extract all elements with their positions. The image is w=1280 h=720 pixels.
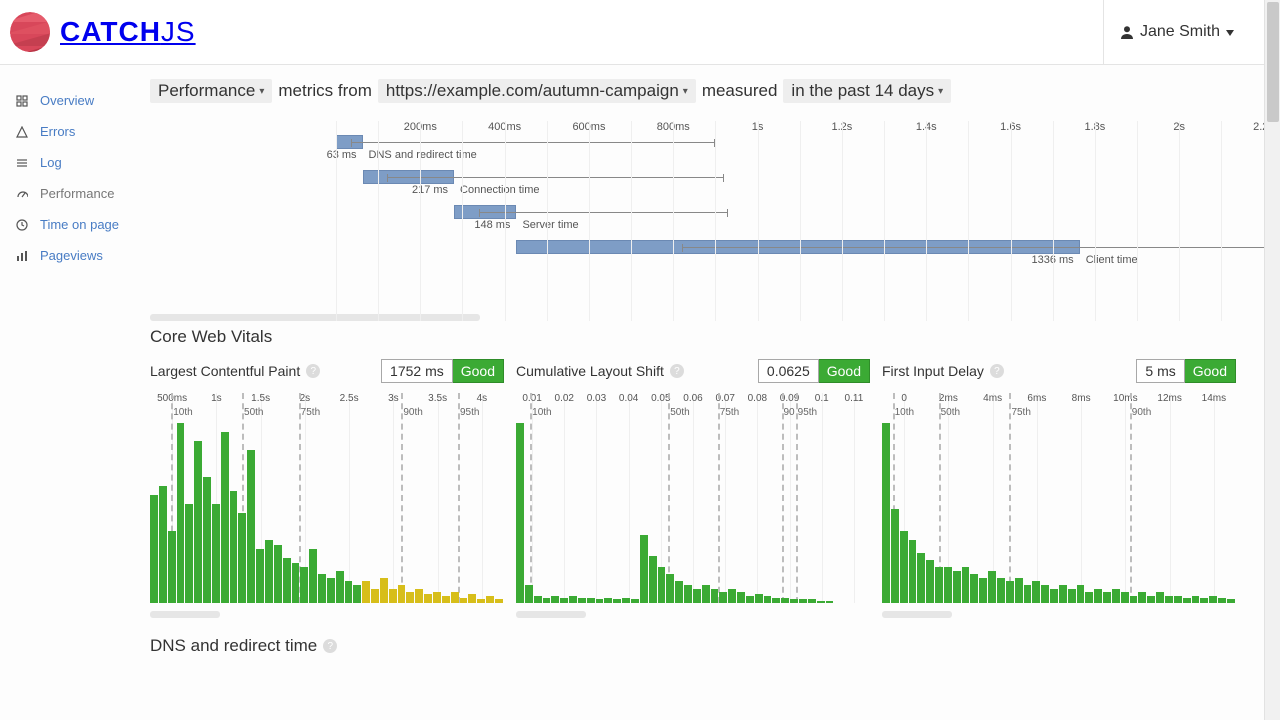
vital-card: Cumulative Layout Shift ? 0.0625Good 0.010… — [516, 357, 870, 618]
nav-label: Time on page — [40, 217, 119, 232]
timing-waterfall-chart: 200ms400ms600ms800ms1s1.2s1.4s1.6s1.8s2s… — [150, 121, 1236, 321]
waterfall-scrollbar[interactable] — [150, 314, 480, 321]
user-icon — [1120, 25, 1134, 39]
section-heading-core-web-vitals: Core Web Vitals — [150, 327, 1236, 347]
clock-icon — [16, 219, 28, 231]
main-content: Performance▾ metrics from https://exampl… — [150, 65, 1280, 720]
caret-down-icon — [1226, 23, 1234, 41]
help-icon[interactable]: ? — [323, 639, 337, 653]
vital-value: 1752 ms — [381, 359, 453, 383]
web-vitals-panel: Largest Contentful Paint ?1752 msGood500… — [150, 357, 1236, 618]
nav-label: Overview — [40, 93, 94, 108]
filter-metric-dropdown[interactable]: Performance▾ — [150, 79, 272, 103]
help-icon[interactable]: ? — [670, 364, 684, 378]
nav-label: Log — [40, 155, 62, 170]
histogram-scrollbar[interactable] — [516, 611, 586, 618]
vital-title: Largest Contentful Paint ? — [150, 363, 320, 379]
caret-down-icon: ▾ — [938, 86, 943, 97]
filter-range-dropdown[interactable]: in the past 14 days▾ — [783, 79, 951, 103]
vital-title: First Input Delay ? — [882, 363, 1004, 379]
nav-label: Pageviews — [40, 248, 103, 263]
vital-card: First Input Delay ? 5 msGood 02ms4ms6ms8ms… — [882, 357, 1236, 618]
vital-value: 5 ms — [1136, 359, 1184, 383]
nav-errors[interactable]: Errors — [0, 116, 150, 147]
histogram-scrollbar[interactable] — [150, 611, 220, 618]
vital-histogram: 500ms1s1.5s2s2.5s3s3.5s4s10th50th75th90t… — [150, 393, 504, 603]
vital-title: Cumulative Layout Shift ? — [516, 363, 684, 379]
vital-histogram: 02ms4ms6ms8ms10ms12ms14ms10th50th75th90t… — [882, 393, 1236, 603]
caret-down-icon: ▾ — [259, 86, 264, 97]
nav-pageviews[interactable]: Pageviews — [0, 240, 150, 271]
help-icon[interactable]: ? — [306, 364, 320, 378]
waterfall-row: 1336 msClient time — [150, 240, 1236, 266]
top-bar: CATCHJS Jane Smith — [0, 0, 1280, 65]
filter-text: measured — [702, 81, 778, 101]
nav-overview[interactable]: Overview — [0, 85, 150, 116]
user-menu[interactable]: Jane Smith — [1103, 0, 1250, 64]
nav-timeonpage[interactable]: Time on page — [0, 209, 150, 240]
waterfall-row: 63 msDNS and redirect time — [150, 135, 1236, 161]
filter-sentence: Performance▾ metrics from https://exampl… — [150, 79, 1236, 103]
gauge-icon — [16, 188, 28, 200]
waterfall-row: 217 msConnection time — [150, 170, 1236, 196]
section-heading-dns: DNS and redirect time ? — [150, 636, 1236, 656]
nav-performance[interactable]: Performance — [0, 178, 150, 209]
vital-histogram: 0.010.020.030.040.050.060.070.080.090.10… — [516, 393, 870, 603]
vital-status: Good — [819, 359, 870, 383]
nav-log[interactable]: Log — [0, 147, 150, 178]
help-icon[interactable]: ? — [990, 364, 1004, 378]
sidebar-nav: Overview Errors Log Performance Time on … — [0, 65, 150, 720]
warning-icon — [16, 126, 28, 138]
bars-icon — [16, 250, 28, 262]
vital-status: Good — [1185, 359, 1236, 383]
brand-text: CATCHJS — [60, 16, 196, 48]
histogram-scrollbar[interactable] — [882, 611, 952, 618]
filter-url-dropdown[interactable]: https://example.com/autumn-campaign▾ — [378, 79, 696, 103]
nav-label: Performance — [40, 186, 114, 201]
caret-down-icon: ▾ — [683, 86, 688, 97]
nav-label: Errors — [40, 124, 75, 139]
user-name: Jane Smith — [1140, 23, 1220, 41]
brand-logo[interactable]: CATCHJS — [10, 12, 196, 52]
list-icon — [16, 157, 28, 169]
page-scrollbar[interactable] — [1264, 0, 1280, 720]
grid-icon — [16, 95, 28, 107]
vital-value: 0.0625 — [758, 359, 819, 383]
waterfall-row: 148 msServer time — [150, 205, 1236, 231]
vital-status: Good — [453, 359, 504, 383]
filter-text: metrics from — [278, 81, 372, 101]
brand-icon — [10, 12, 50, 52]
vital-card: Largest Contentful Paint ? 1752 msGood 500… — [150, 357, 504, 618]
